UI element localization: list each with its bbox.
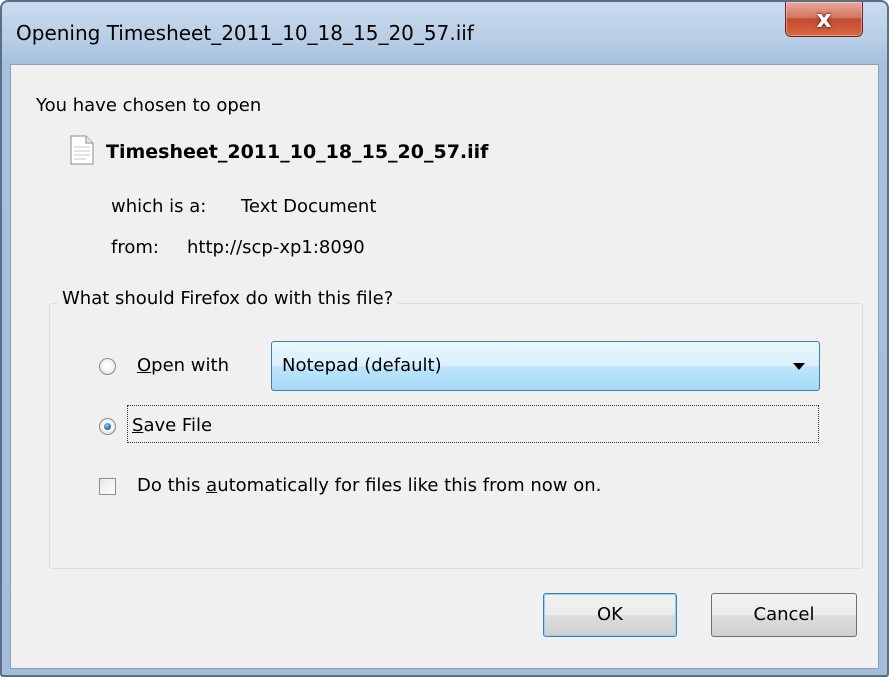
open-with-mnemonic: O — [137, 355, 152, 376]
save-file-focus-rect — [127, 405, 819, 443]
intro-text: You have chosen to open — [36, 95, 262, 116]
auto-action-checkbox[interactable] — [99, 478, 116, 495]
file-type-value: Text Document — [241, 196, 377, 217]
file-name: Timesheet_2011_10_18_15_20_57.iif — [106, 141, 489, 163]
title-bar[interactable]: Opening Timesheet_2011_10_18_15_20_57.ii… — [2, 2, 887, 64]
action-group-legend: What should Firefox do with this file? — [57, 288, 399, 309]
open-with-radio[interactable] — [99, 358, 116, 375]
close-button[interactable]: x — [785, 2, 863, 37]
auto-action-label[interactable]: Do this automatically for files like thi… — [137, 475, 601, 496]
dialog-window: Opening Timesheet_2011_10_18_15_20_57.ii… — [0, 0, 889, 677]
source-label: from: — [111, 237, 159, 258]
application-select-value: Notepad (default) — [282, 355, 442, 376]
dialog-body: You have chosen to open Timesheet_2011_1… — [10, 64, 879, 669]
auto-action-rest: utomatically for files like this from no… — [217, 475, 602, 496]
application-select[interactable]: Notepad (default) — [271, 341, 820, 391]
save-file-mnemonic: S — [132, 415, 144, 436]
chevron-down-icon — [793, 363, 805, 370]
source-url: http://scp-xp1:8090 — [187, 237, 365, 258]
open-with-label-rest: pen with — [151, 355, 229, 376]
save-file-label[interactable]: Save File — [132, 415, 212, 436]
window-title: Opening Timesheet_2011_10_18_15_20_57.ii… — [16, 21, 474, 45]
save-file-label-rest: ave File — [143, 415, 213, 436]
close-icon: x — [816, 5, 832, 33]
file-type-label: which is a: — [111, 196, 207, 217]
save-file-radio[interactable] — [99, 418, 116, 435]
ok-button[interactable]: OK — [543, 593, 677, 637]
auto-action-mnemonic: a — [206, 475, 218, 496]
auto-action-prefix: Do this — [137, 475, 207, 496]
cancel-button[interactable]: Cancel — [711, 593, 857, 637]
open-with-label[interactable]: Open with — [137, 355, 229, 376]
text-document-icon — [70, 135, 94, 165]
